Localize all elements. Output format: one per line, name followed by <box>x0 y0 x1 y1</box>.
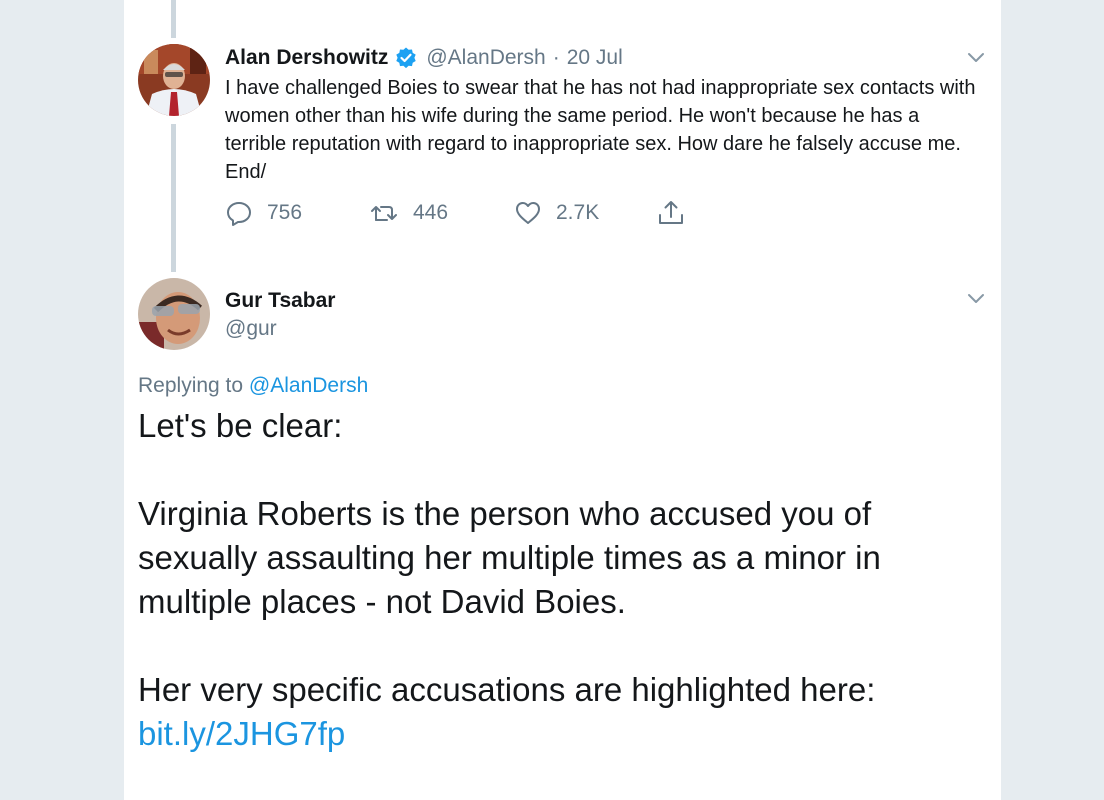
share-button[interactable] <box>657 199 699 227</box>
reply-icon <box>225 199 267 227</box>
tweet-paragraph-2: Her very specific accusations are highli… <box>138 671 876 708</box>
share-icon <box>657 199 699 227</box>
reply-button[interactable]: 756 <box>225 199 302 227</box>
date-separator: · <box>552 46 560 69</box>
avatar-gur-tsabar[interactable] <box>138 278 210 350</box>
replying-to-handle-link[interactable]: @AlanDersh <box>249 374 368 397</box>
verified-badge-icon <box>394 46 418 70</box>
author-name[interactable]: Gur Tsabar <box>225 287 335 315</box>
chevron-down-icon[interactable] <box>965 287 987 309</box>
thread-line-connector <box>171 124 176 272</box>
tweet-text: I have challenged Boies to swear that he… <box>225 77 976 183</box>
retweet-count: 446 <box>413 201 449 224</box>
replying-to: Replying to @AlanDersh <box>138 372 368 400</box>
chevron-down-icon[interactable] <box>965 46 987 68</box>
reply-count: 756 <box>267 201 303 224</box>
tweet-link[interactable]: bit.ly/2JHG7fp <box>138 712 938 756</box>
tweet-paragraph-1: Virginia Roberts is the person who accus… <box>138 495 881 620</box>
author-name[interactable]: Alan Dershowitz <box>225 46 388 70</box>
tweet-header: Alan Dershowitz @AlanDersh · 20 Jul <box>225 44 623 72</box>
retweet-icon <box>369 199 413 227</box>
avatar-alan-dershowitz[interactable] <box>138 44 210 116</box>
author-handle[interactable]: @gur <box>225 315 335 343</box>
like-icon <box>514 199 556 227</box>
author-handle[interactable]: @AlanDersh <box>426 46 545 70</box>
tweet-header: Gur Tsabar @gur <box>225 287 335 343</box>
tweet-date[interactable]: 20 Jul <box>567 46 623 70</box>
tweet-body: Let's be clear: Virginia Roberts is the … <box>138 404 938 756</box>
like-count: 2.7K <box>556 201 600 224</box>
tweet-intro: Let's be clear: <box>138 407 343 444</box>
thread-line-top <box>171 0 176 38</box>
replying-to-label: Replying to <box>138 374 244 397</box>
like-button[interactable]: 2.7K <box>514 199 599 227</box>
retweet-button[interactable]: 446 <box>369 199 448 227</box>
